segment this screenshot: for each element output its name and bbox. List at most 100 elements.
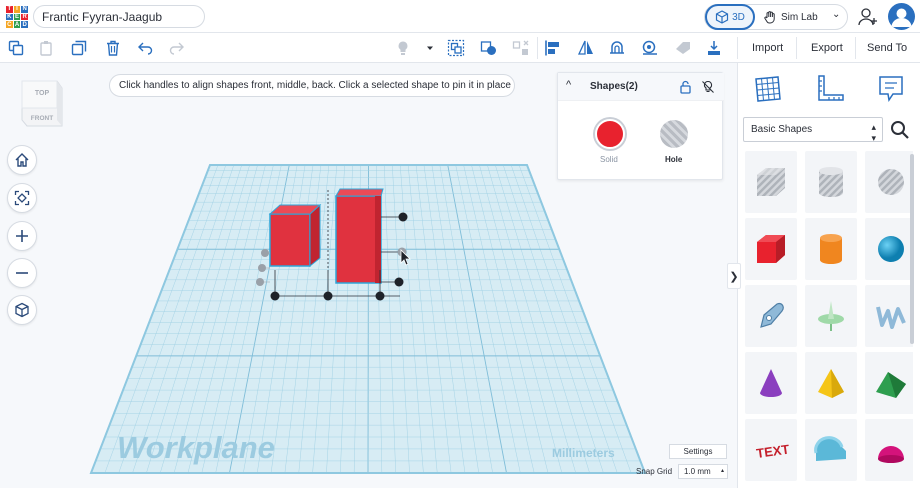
zoom-out-button[interactable] (7, 258, 37, 288)
shape-library-panel: Basic Shapes ▴ ▾ TEXT (737, 63, 920, 488)
project-title[interactable]: Frantic Fyyran-Jaagub (33, 5, 205, 28)
shape-preview-icon (878, 236, 904, 262)
duplicate-icon[interactable] (69, 38, 89, 58)
hole-swatch[interactable] (660, 120, 688, 148)
small-box-shape[interactable] (268, 203, 322, 268)
settings-button[interactable]: Settings (669, 444, 727, 459)
inspector-header: ^ Shapes(2) (558, 73, 724, 101)
shape-preview-icon (814, 436, 846, 461)
toolbar-divider (537, 37, 538, 59)
shape-tile-roof[interactable] (865, 352, 913, 414)
delete-icon[interactable] (103, 38, 123, 58)
category-label: Basic Shapes (751, 124, 813, 135)
notes-icon[interactable] (875, 73, 907, 105)
align-icon[interactable] (543, 38, 563, 58)
fit-view-button[interactable] (7, 183, 37, 213)
chevron-down-icon[interactable]: ⌄ (832, 9, 840, 20)
solid-color-swatch[interactable] (595, 119, 625, 149)
grid-view-icon[interactable] (752, 73, 784, 105)
note-icon[interactable] (673, 38, 693, 58)
logo-letter: I (13, 6, 21, 13)
logo-letter: A (13, 21, 21, 28)
view-cube[interactable]: TOP FRONT (19, 76, 65, 132)
solid-label[interactable]: Solid (600, 155, 618, 164)
perspective-button[interactable] (7, 295, 37, 325)
undo-icon[interactable] (135, 38, 155, 58)
shape-tile-half-cylinder[interactable] (805, 419, 857, 481)
shape-tile-sphere[interactable] (865, 218, 913, 280)
shape-tile-scribble[interactable] (745, 285, 797, 347)
shape-tile-cone[interactable] (745, 352, 797, 414)
light-icon[interactable] (393, 38, 413, 58)
copy-icon[interactable] (6, 38, 26, 58)
dropdown-icon[interactable] (420, 38, 440, 58)
shape-tile-cylinder-hole[interactable] (805, 151, 857, 213)
toolbar-divider (855, 37, 856, 59)
mirror-icon[interactable] (576, 38, 596, 58)
group-icon[interactable] (446, 38, 466, 58)
light-off-icon[interactable] (701, 80, 715, 94)
avatar[interactable] (888, 3, 915, 30)
cube-icon (15, 302, 29, 318)
shape-preview-icon (878, 446, 904, 463)
shape-tile-text[interactable]: TEXT (745, 419, 797, 481)
paste-icon[interactable] (37, 38, 57, 58)
shape-tile-half-sphere[interactable] (865, 419, 913, 481)
view-3d-button[interactable]: 3D (705, 4, 755, 30)
logo-letter: D (21, 21, 28, 28)
inspector-title: Shapes(2) (590, 81, 638, 92)
import-button[interactable]: Import (752, 39, 783, 57)
select-arrow-icon: ▴ ▾ (871, 122, 876, 143)
ungroup-icon[interactable] (479, 38, 499, 58)
library-scrollbar[interactable] (910, 154, 914, 344)
collapse-chevron-icon[interactable]: ^ (566, 79, 571, 91)
shape-category-select[interactable]: Basic Shapes ▴ ▾ (743, 117, 883, 143)
hand-icon (764, 11, 775, 24)
add-user-icon[interactable] (857, 6, 879, 28)
app-logo[interactable]: TIN KER CAD (6, 6, 28, 28)
drop-icon[interactable] (704, 38, 724, 58)
ruler-icon[interactable] (814, 73, 846, 105)
search-icon[interactable] (889, 119, 911, 141)
shape-tile-cylinder[interactable] (805, 218, 857, 280)
shape-tile-text[interactable] (865, 285, 913, 347)
shape-tile-paraboloid[interactable] (805, 285, 857, 347)
home-view-button[interactable] (7, 145, 37, 175)
ungroup-disabled-icon[interactable] (511, 38, 531, 58)
shape-preview-icon (818, 369, 844, 398)
snap-grid-value: 1.0 mm (684, 467, 711, 476)
redo-icon[interactable] (167, 38, 187, 58)
shape-tile-box[interactable] (745, 218, 797, 280)
shape-preview-icon (818, 301, 844, 331)
panel-collapse-button[interactable]: ❯ (727, 263, 741, 289)
view-mode-group: 3D Sim Lab ⌄ (704, 4, 848, 30)
shape-grid: TEXT (743, 151, 913, 488)
snap-grid-select[interactable]: 1.0 mm ▴ (678, 464, 728, 479)
logo-letter: E (13, 13, 21, 21)
cruise-icon[interactable] (607, 38, 627, 58)
home-icon (15, 153, 29, 167)
sim-lab-label: Sim Lab (781, 11, 818, 23)
send-to-button[interactable]: Send To (867, 39, 907, 57)
tall-box-shape[interactable] (335, 188, 384, 284)
toolbar: Import Export Send To (0, 33, 920, 63)
shape-preview-icon (760, 369, 782, 397)
shape-inspector: ^ Shapes(2) Solid Hole (557, 72, 724, 180)
logo-letter: K (6, 13, 13, 21)
shape-tile-pyramid[interactable] (805, 352, 857, 414)
hole-label[interactable]: Hole (665, 155, 682, 164)
logo-letter: R (21, 13, 28, 21)
top-bar: TIN KER CAD Frantic Fyyran-Jaagub 3D Sim L… (0, 0, 920, 33)
lock-icon[interactable] (679, 80, 693, 94)
shape-preview-icon (819, 167, 843, 197)
plus-icon (16, 230, 28, 242)
shape-tile-box-hole[interactable] (745, 151, 797, 213)
sim-lab-button[interactable]: Sim Lab (763, 5, 818, 29)
units-label: Millimeters (552, 446, 615, 460)
zoom-in-button[interactable] (7, 221, 37, 251)
logo-letter: T (6, 6, 13, 13)
workplane-icon[interactable] (640, 38, 660, 58)
shape-tile-sphere-hole[interactable] (865, 151, 913, 213)
shape-preview-icon (878, 169, 904, 195)
export-button[interactable]: Export (811, 39, 843, 57)
